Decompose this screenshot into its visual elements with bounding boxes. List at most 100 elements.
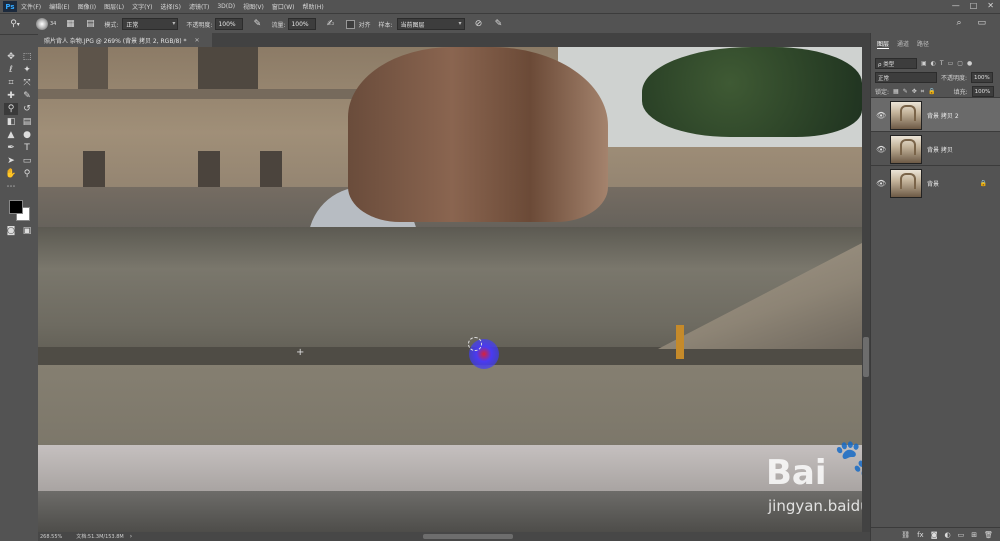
blur-tool-icon[interactable]: ▲ [4,129,18,141]
crop-tool-icon[interactable]: ⌗ [4,77,18,89]
tab-paths[interactable]: 路径 [917,39,929,49]
zoom-tool-icon[interactable]: ⚲ [20,168,34,180]
filter-pixel-icon[interactable]: ▣ [921,60,927,67]
pressure-size-icon[interactable]: ✎ [493,18,505,30]
minimize-button[interactable]: — [952,1,960,10]
lock-artboard-icon[interactable]: ⌗ [921,88,924,96]
close-button[interactable]: ✕ [987,1,994,10]
layer-row[interactable]: 👁 背景 拷贝 2 [871,97,1000,132]
eye-icon[interactable]: 👁 [876,145,886,154]
align-checkbox[interactable] [346,19,356,29]
mode-select[interactable]: 正常 ▾ [122,18,179,30]
brush-preset-picker[interactable] [36,18,48,30]
magic-wand-tool-icon[interactable]: ✦ [20,64,34,76]
filter-toggle-icon[interactable]: ● [967,60,972,67]
layer-name[interactable]: 背景 [927,179,939,188]
fill-input[interactable]: 100% [971,86,994,97]
menu-help[interactable]: 帮助(H) [299,2,328,11]
window-controls: — □ ✕ [952,1,994,10]
type-tool-icon[interactable]: T [20,142,34,154]
menu-3d[interactable]: 3D(D) [213,3,239,10]
menu-window[interactable]: 窗口(W) [268,2,299,11]
image-canvas[interactable]: + Bai 🐾 经验 jingyan.baidu.com [38,47,862,532]
menu-edit[interactable]: 编辑(E) [45,2,73,11]
flow-input[interactable]: 100% [288,18,317,30]
layer-name[interactable]: 背景 拷贝 [927,145,953,154]
maximize-button[interactable]: □ [970,1,978,10]
tool-preset-picker[interactable]: ⚲ ▾ [4,16,26,32]
eraser-tool-icon[interactable]: ◧ [4,116,18,128]
document-tab[interactable]: 照片背人 杂物.JPG @ 269% (背景 拷贝 2, RGB/8) * ✕ [38,33,212,47]
screen-mode-icon[interactable]: ▣ [20,225,34,237]
layer-opacity-input[interactable]: 100% [971,72,994,83]
hand-tool-icon[interactable]: ✋ [4,168,18,180]
blend-mode-select[interactable]: 正常 [875,72,937,83]
tab-channels[interactable]: 通道 [897,39,909,49]
pen-tool-icon[interactable]: ✒ [4,142,18,154]
filter-smart-icon[interactable]: ▢ [957,60,963,67]
foreground-color-swatch[interactable] [9,200,23,214]
fx-icon[interactable]: fx [917,531,924,539]
gradient-tool-icon[interactable]: ▤ [20,116,34,128]
menu-image[interactable]: 图像(I) [74,2,100,11]
delete-layer-icon[interactable]: 🗑 [984,531,993,539]
clone-stamp-tool-icon[interactable]: ⚲ [4,103,18,115]
shape-tool-icon[interactable]: ▭ [20,155,34,167]
history-brush-tool-icon[interactable]: ↺ [20,103,34,115]
chevron-right-icon[interactable]: › [130,533,132,540]
layer-row[interactable]: 👁 背景 🔒 [871,165,1000,200]
filter-adjust-icon[interactable]: ◐ [931,60,936,67]
adjustment-layer-icon[interactable]: ◐ [945,531,951,539]
eyedropper-tool-icon[interactable]: ⤧ [20,77,34,89]
more-tools-icon[interactable]: ⋯ [4,181,18,193]
lock-all-icon[interactable]: 🔒 [928,88,935,95]
clone-source-icon[interactable]: ▤ [84,18,96,30]
search-icon[interactable]: ⌕ [956,18,961,28]
menu-select[interactable]: 选择(S) [156,2,185,11]
healing-brush-tool-icon[interactable]: ✚ [4,90,18,102]
filter-shape-icon[interactable]: ▭ [948,60,954,67]
zoom-level[interactable]: 268.55% [40,534,62,540]
airbrush-icon[interactable]: ✍ [324,18,336,30]
menu-type[interactable]: 文字(Y) [128,2,156,11]
filter-kind-select[interactable]: ρ 类型 [875,58,917,69]
brush-panel-icon[interactable]: ▦ [64,18,76,30]
layer-name[interactable]: 背景 拷贝 2 [927,111,959,120]
watermark-brand-a: Bai [766,453,827,493]
tab-layers[interactable]: 图层 [877,39,890,49]
opacity-input[interactable]: 100% [215,18,244,30]
window-2 [198,47,258,89]
ignore-adjustment-icon[interactable]: ⊘ [473,18,485,30]
workspace-icon[interactable]: ▭ [977,18,986,28]
pressure-opacity-icon[interactable]: ✎ [251,18,263,30]
eye-icon[interactable]: 👁 [876,179,886,188]
menu-filter[interactable]: 滤镜(T) [185,2,213,11]
vertical-scrollbar[interactable] [862,47,870,532]
eye-icon[interactable]: 👁 [876,111,886,120]
horizontal-scrollbar-thumb[interactable] [423,534,513,539]
sample-select[interactable]: 当前图层 ▾ [396,18,465,30]
lock-pixels-icon[interactable]: ✎ [903,88,908,95]
path-selection-tool-icon[interactable]: ➤ [4,155,18,167]
close-icon[interactable]: ✕ [195,37,200,44]
lock-position-icon[interactable]: ✥ [912,88,917,95]
layer-row[interactable]: 👁 背景 拷贝 [871,131,1000,166]
dodge-tool-icon[interactable]: ● [20,129,34,141]
add-mask-icon[interactable]: ◙ [931,531,938,539]
filter-type-icon[interactable]: T [940,60,944,67]
move-tool-icon[interactable]: ✥ [4,51,18,63]
menu-file[interactable]: 文件(F) [17,2,45,11]
lock-transparent-icon[interactable]: ▦ [893,88,899,95]
status-bar: 268.55% 文档:51.3M/153.8M › [38,532,870,541]
link-layers-icon[interactable]: ⛓ [901,531,910,539]
quick-mask-icon[interactable]: ◙ [4,225,18,237]
brush-tool-icon[interactable]: ✎ [20,90,34,102]
new-layer-icon[interactable]: ⊞ [971,531,977,539]
scrollbar-thumb[interactable] [863,337,869,377]
menu-view[interactable]: 视图(V) [239,2,268,11]
menu-layer[interactable]: 图层(L) [100,2,128,11]
new-group-icon[interactable]: ▭ [958,531,965,539]
flow-label: 流量: [271,21,286,29]
marquee-tool-icon[interactable]: ⬚ [20,51,34,63]
lasso-tool-icon[interactable]: ℓ [4,64,18,76]
